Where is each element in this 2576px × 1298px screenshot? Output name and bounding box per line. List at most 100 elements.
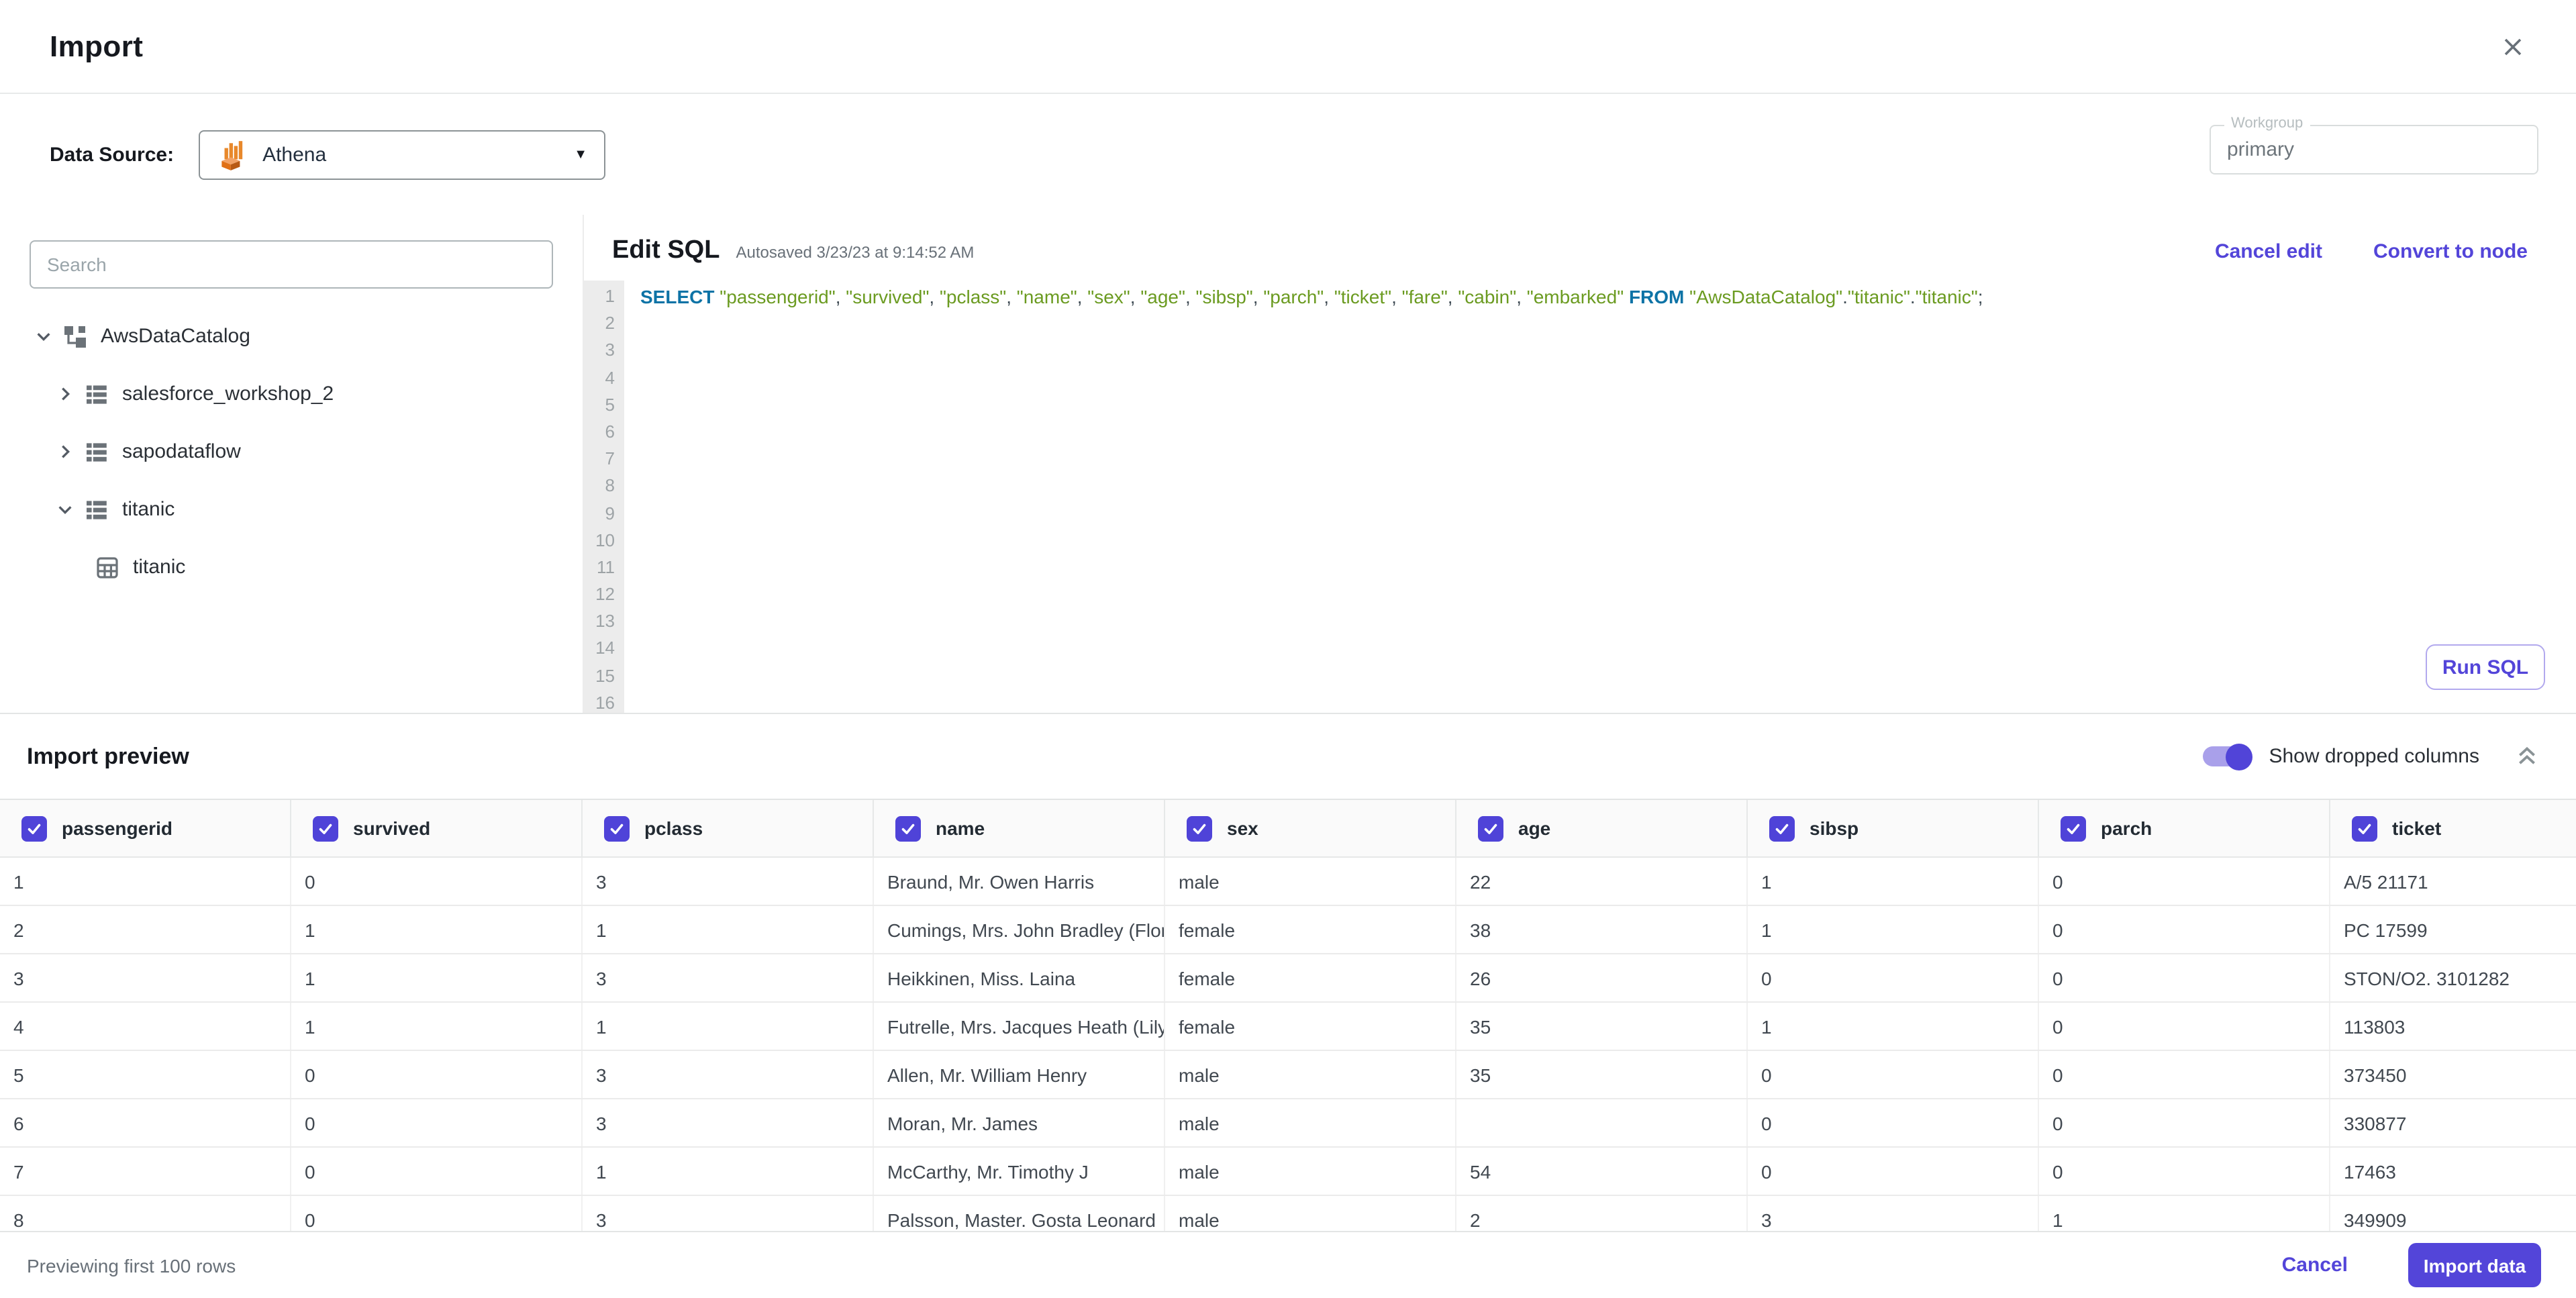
column-checkbox-sibsp[interactable] — [1769, 815, 1795, 841]
table-row: 3 1 3 Heikkinen, Miss. Laina female 26 0 0 STON/… — [0, 954, 2576, 1003]
tree-item-titanic-3[interactable]: titanic — [0, 481, 583, 538]
table-cell: 0 — [1748, 1099, 2039, 1146]
table-cell: female — [1165, 1003, 1456, 1050]
column-checkbox-passengerid[interactable] — [21, 815, 47, 841]
line-number: 1 — [605, 286, 615, 306]
autosaved-status: Autosaved 3/23/23 at 9:14:52 AM — [736, 243, 975, 262]
dropdown-caret-icon: ▼ — [574, 147, 588, 162]
editor-header: Edit SQL Autosaved 3/23/23 at 9:14:52 AM… — [584, 215, 2576, 266]
cancel-button[interactable]: Cancel — [2282, 1254, 2348, 1277]
close-icon[interactable] — [2493, 26, 2533, 66]
table-row: 411Futrelle, Mrs. Jacques Heath (Lily Ma… — [0, 1003, 2576, 1051]
table-row: 1 0 3 Braund, Mr. Owen Harris male 22 1 0 A/5 21… — [0, 858, 2576, 906]
column-checkbox-parch[interactable] — [2061, 815, 2086, 841]
table-cell: 1 — [583, 906, 874, 953]
sql-editor-panel: Edit SQL Autosaved 3/23/23 at 9:14:52 AM… — [583, 215, 2576, 713]
table-cell: Palsson, Master. Gosta Leonard — [874, 1196, 1165, 1231]
table-cell: female — [1165, 954, 1456, 1001]
collapse-section-icon[interactable] — [2512, 742, 2541, 771]
table-cell: A/5 21171 — [2330, 858, 2576, 905]
import-preview-title: Import preview — [27, 743, 189, 768]
search-box[interactable] — [30, 240, 553, 289]
table-cell: 38 — [1456, 906, 1748, 953]
table-cell: 330877 — [2330, 1099, 2576, 1146]
table-cell: 0 — [2039, 906, 2330, 953]
column-label: name — [936, 817, 985, 839]
footer-actions: Cancel Import data — [2282, 1243, 2541, 1287]
tree-item-salesforce_workshop_2-1[interactable]: salesforce_workshop_2 — [0, 365, 583, 423]
workgroup-label: Workgroup — [2224, 115, 2310, 132]
sql-token-plain: , — [835, 286, 846, 307]
column-checkbox-ticket[interactable] — [2352, 815, 2377, 841]
line-number: 4 — [605, 367, 615, 388]
sql-token-string: "passengerid" — [720, 286, 836, 307]
table-cell: 26 — [1456, 954, 1748, 1001]
table-cell: female — [1165, 906, 1456, 953]
table-cell: 0 — [291, 1196, 583, 1231]
chevron-right-icon[interactable] — [54, 441, 75, 462]
tree-item-sapodataflow-2[interactable]: sapodataflow — [0, 423, 583, 481]
sql-token-string: "survived" — [846, 286, 930, 307]
preview-row-count-note: Previewing first 100 rows — [27, 1254, 236, 1276]
table-cell: 1 — [1748, 906, 2039, 953]
sql-token-string: "age" — [1140, 286, 1185, 307]
chevron-right-icon[interactable] — [54, 383, 75, 405]
column-checkbox-age[interactable] — [1478, 815, 1503, 841]
tree-item-label: titanic — [133, 556, 186, 579]
chevron-down-icon[interactable] — [32, 326, 54, 347]
table-cell: 7 — [0, 1148, 291, 1195]
column-header-sex: sex — [1165, 800, 1456, 856]
run-sql-button[interactable]: Run SQL — [2426, 644, 2545, 690]
sql-token-plain: , — [1130, 286, 1141, 307]
table-cell: 0 — [2039, 1003, 2330, 1050]
column-checkbox-name[interactable] — [895, 815, 921, 841]
table-cell: 3 — [583, 954, 874, 1001]
datasource-label: Data Source: — [50, 143, 175, 166]
table-cell: 54 — [1456, 1148, 1748, 1195]
table-row: 5 0 3 Allen, Mr. William Henry male 35 0 0 37345… — [0, 1051, 2576, 1099]
tree-item-label: AwsDataCatalog — [101, 325, 250, 348]
table-cell: 1 — [583, 1148, 874, 1195]
sql-code-area[interactable]: 1 2 3 4 5 6 7 8 9 10 11 12 13 14 15 16 SELECT "passenge… — [584, 281, 2576, 713]
table-cell: Heikkinen, Miss. Laina — [874, 954, 1165, 1001]
workgroup-field[interactable]: Workgroup — [2210, 115, 2538, 174]
table-cell: Allen, Mr. William Henry — [874, 1051, 1165, 1098]
line-number: 14 — [595, 638, 615, 658]
table-cell: PC 17599 — [2330, 906, 2576, 953]
convert-to-node-button[interactable]: Convert to node — [2373, 240, 2528, 263]
table-cell: 1 — [291, 954, 583, 1001]
table-cell: 0 — [1748, 1051, 2039, 1098]
table-cell: 2 — [1456, 1196, 1748, 1231]
search-input[interactable] — [47, 254, 536, 275]
column-checkbox-sex[interactable] — [1187, 815, 1212, 841]
table-cell: McCarthy, Mr. Timothy J — [874, 1148, 1165, 1195]
column-header-age: age — [1456, 800, 1748, 856]
table-cell: 35 — [1456, 1003, 1748, 1050]
column-checkbox-survived[interactable] — [313, 815, 338, 841]
tree-item-awsdatacatalog-0[interactable]: AwsDataCatalog — [0, 307, 583, 365]
table-row: 211Cumings, Mrs. John Bradley (Florencfe… — [0, 906, 2576, 954]
table-cell: 0 — [2039, 858, 2330, 905]
sql-code-line[interactable]: SELECT "passengerid", "survived", "pclas… — [624, 281, 2576, 713]
column-label: pclass — [644, 817, 703, 839]
sql-token-string: "AwsDataCatalog" — [1689, 286, 1843, 307]
cancel-edit-button[interactable]: Cancel edit — [2215, 240, 2322, 263]
table-cell: 3 — [583, 1196, 874, 1231]
tree-item-label: titanic — [122, 498, 175, 521]
chevron-down-icon[interactable] — [54, 499, 75, 520]
table-cell: 3 — [583, 858, 874, 905]
column-checkbox-pclass[interactable] — [604, 815, 630, 841]
show-dropped-columns-toggle[interactable] — [2203, 743, 2253, 770]
sql-token-keyword: SELECT — [640, 286, 715, 307]
line-number: 5 — [605, 394, 615, 415]
sql-token-plain: , — [1516, 286, 1527, 307]
column-header-sibsp: sibsp — [1748, 800, 2039, 856]
tree-item-titanic-4[interactable]: titanic — [0, 538, 583, 596]
dialog-header: Import — [0, 0, 2576, 94]
table-cell: 8 — [0, 1196, 291, 1231]
import-data-button[interactable]: Import data — [2408, 1243, 2541, 1287]
datasource-dropdown[interactable]: Athena ▼ — [198, 130, 605, 179]
workgroup-input[interactable] — [2227, 138, 2521, 161]
table-cell: 3 — [1748, 1196, 2039, 1231]
database-icon — [83, 381, 110, 407]
